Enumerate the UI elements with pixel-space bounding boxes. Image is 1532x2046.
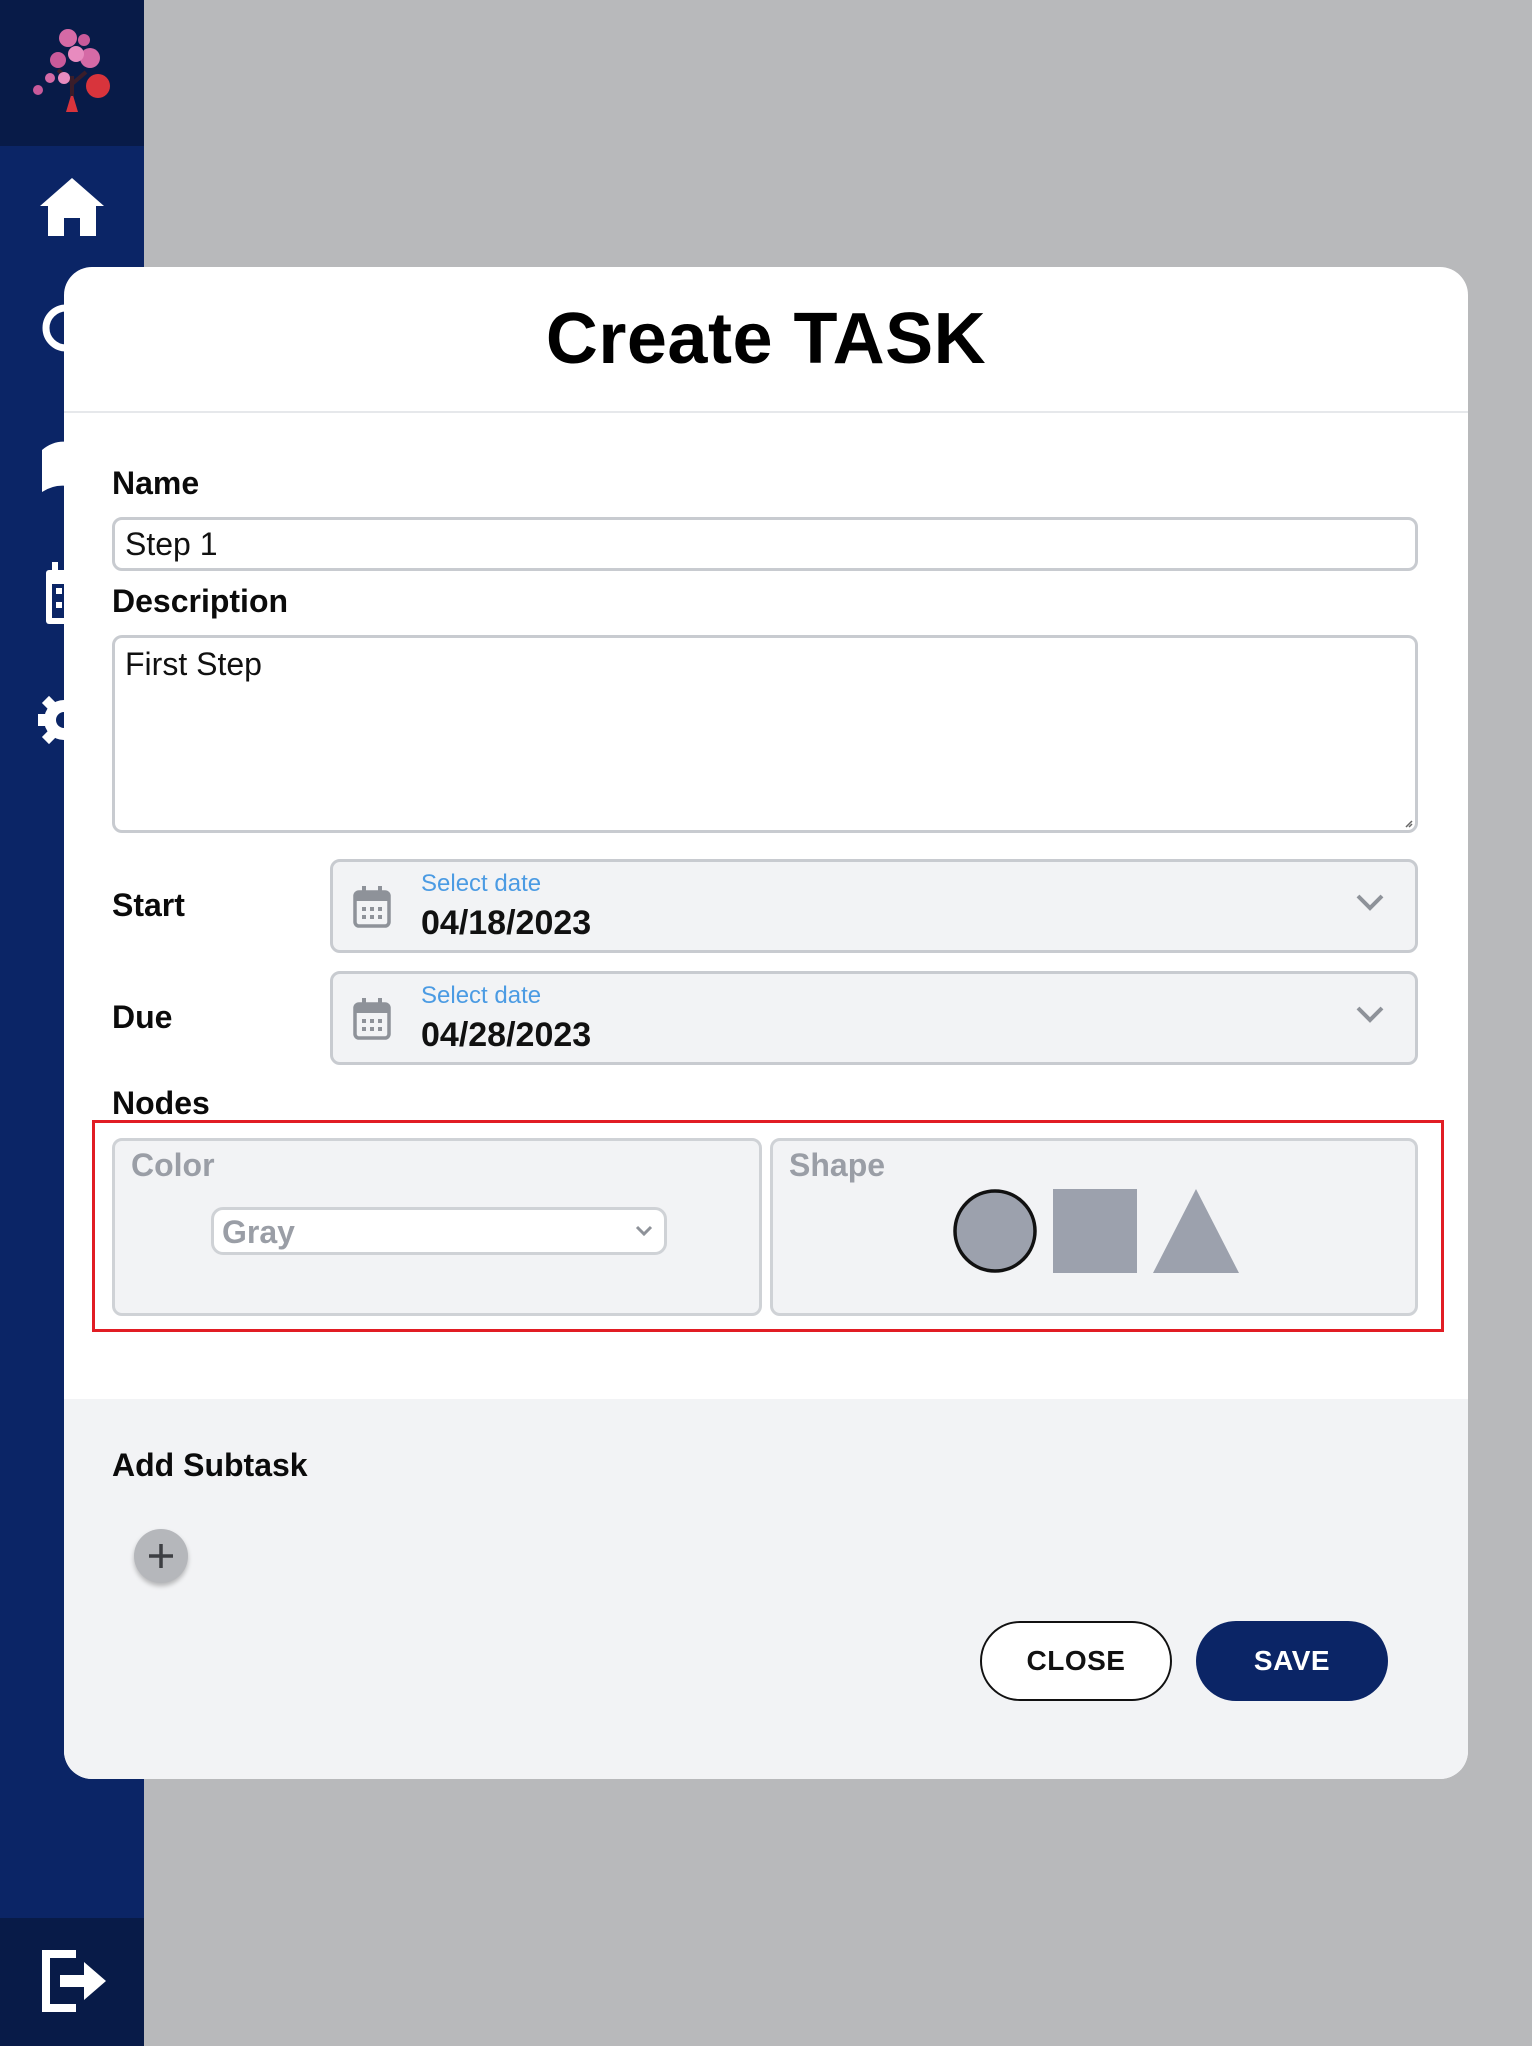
app-logo-icon[interactable] bbox=[28, 26, 114, 114]
home-icon[interactable] bbox=[38, 176, 106, 238]
triangle-shape-option[interactable] bbox=[1153, 1189, 1239, 1273]
start-date-value: 04/18/2023 bbox=[421, 904, 592, 942]
color-select[interactable]: Gray bbox=[211, 1207, 667, 1255]
shape-box: Shape bbox=[770, 1138, 1418, 1316]
calendar-icon bbox=[353, 886, 391, 928]
create-task-modal: Create TASK Name Step 1 Description Firs… bbox=[64, 267, 1468, 1779]
due-date-hint: Select date bbox=[421, 982, 542, 1009]
color-box: Color Gray bbox=[112, 1138, 762, 1316]
description-label: Description bbox=[112, 583, 289, 619]
plus-icon bbox=[149, 1544, 173, 1568]
color-title: Color bbox=[131, 1147, 215, 1183]
start-date-picker[interactable]: Select date 04/18/2023 bbox=[330, 859, 1418, 953]
color-select-value: Gray bbox=[222, 1214, 295, 1250]
calendar-icon bbox=[353, 998, 391, 1040]
modal-header: Create TASK bbox=[64, 267, 1468, 413]
save-button[interactable]: SAVE bbox=[1196, 1621, 1388, 1701]
start-label: Start bbox=[112, 887, 185, 923]
close-button[interactable]: CLOSE bbox=[980, 1621, 1172, 1701]
due-label: Due bbox=[112, 999, 173, 1035]
name-label: Name bbox=[112, 465, 200, 501]
resize-handle-icon[interactable] bbox=[1403, 818, 1413, 828]
gear-icon[interactable] bbox=[38, 692, 64, 748]
due-date-value: 04/28/2023 bbox=[421, 1016, 592, 1054]
modal-title: Create TASK bbox=[545, 299, 987, 379]
nodes-label: Nodes bbox=[112, 1085, 210, 1121]
logout-area bbox=[0, 1918, 144, 2046]
chevron-down-icon[interactable] bbox=[1355, 892, 1385, 912]
logo-area bbox=[0, 0, 144, 146]
due-date-picker[interactable]: Select date 04/28/2023 bbox=[330, 971, 1418, 1065]
description-textarea[interactable]: First Step bbox=[112, 635, 1418, 833]
start-date-hint: Select date bbox=[421, 870, 542, 897]
add-subtask-label: Add Subtask bbox=[112, 1447, 308, 1483]
logout-icon[interactable] bbox=[40, 1948, 108, 2014]
name-input[interactable]: Step 1 bbox=[112, 517, 1418, 571]
circle-shape-option[interactable] bbox=[951, 1187, 1039, 1275]
description-text: First Step bbox=[125, 646, 262, 682]
add-subtask-button[interactable] bbox=[134, 1529, 188, 1583]
chevron-down-icon[interactable] bbox=[1355, 1004, 1385, 1024]
shape-title: Shape bbox=[789, 1147, 886, 1183]
square-shape-option[interactable] bbox=[1053, 1189, 1137, 1273]
chevron-down-icon bbox=[635, 1225, 653, 1237]
